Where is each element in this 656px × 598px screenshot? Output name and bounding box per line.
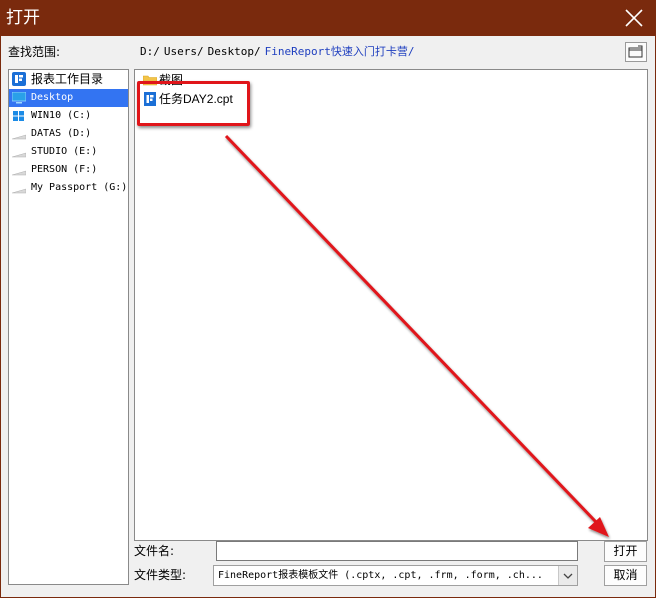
drive-icon bbox=[12, 134, 26, 140]
cpt-file-icon bbox=[144, 92, 156, 106]
file-name: 截图 bbox=[159, 73, 184, 87]
folder-icon bbox=[143, 75, 157, 86]
finereport-icon bbox=[12, 72, 26, 86]
windows-drive-icon bbox=[13, 111, 24, 121]
drive-icon bbox=[12, 170, 26, 176]
desktop-icon bbox=[12, 92, 26, 104]
drive-icon bbox=[12, 152, 26, 158]
filetype-label: 文件类型: bbox=[134, 568, 187, 582]
file-list[interactable]: 截图 任务DAY2.cpt bbox=[134, 69, 648, 541]
place-drive-e[interactable]: STUDIO (E:) bbox=[9, 143, 128, 161]
new-folder-icon bbox=[628, 45, 643, 58]
chevron-down-icon bbox=[563, 573, 573, 579]
open-button[interactable]: 打开 bbox=[604, 541, 647, 562]
breadcrumb: D:/ Users/Desktop/FineReport快速入门打卡营/ bbox=[140, 44, 418, 60]
place-report-workdir[interactable]: 报表工作目录 bbox=[9, 70, 128, 89]
place-label: PERSON (F:) bbox=[31, 164, 98, 175]
filetype-select[interactable]: FineReport报表模板文件 (.cptx, .cpt, .frm, .fo… bbox=[213, 565, 578, 586]
path-segment-current[interactable]: FineReport快速入门打卡营/ bbox=[265, 45, 415, 58]
title-bar: 打开 bbox=[0, 0, 656, 36]
place-label: DATAS (D:) bbox=[31, 128, 92, 139]
place-label: WIN10 (C:) bbox=[31, 110, 92, 121]
place-label: Desktop bbox=[31, 92, 74, 103]
file-item-cpt[interactable]: 任务DAY2.cpt bbox=[141, 90, 233, 108]
filename-label: 文件名: bbox=[134, 544, 175, 558]
place-label: STUDIO (E:) bbox=[31, 146, 98, 157]
new-folder-button[interactable] bbox=[625, 42, 647, 62]
place-drive-c[interactable]: WIN10 (C:) bbox=[9, 107, 128, 125]
close-icon[interactable] bbox=[620, 6, 646, 30]
path-segment-desktop[interactable]: Desktop/ bbox=[208, 45, 261, 58]
filetype-value: FineReport报表模板文件 (.cptx, .cpt, .frm, .fo… bbox=[218, 570, 543, 581]
place-label: My Passport (G:) bbox=[31, 182, 128, 193]
filename-input[interactable] bbox=[216, 541, 578, 561]
place-drive-f[interactable]: PERSON (F:) bbox=[9, 161, 128, 179]
place-drive-g[interactable]: My Passport (G:) bbox=[9, 179, 128, 197]
file-name: 任务DAY2.cpt bbox=[159, 92, 233, 106]
place-desktop[interactable]: Desktop bbox=[9, 89, 128, 107]
place-drive-d[interactable]: DATAS (D:) bbox=[9, 125, 128, 143]
drive-icon bbox=[12, 188, 26, 194]
cancel-button[interactable]: 取消 bbox=[604, 565, 647, 586]
dropdown-button[interactable] bbox=[558, 566, 577, 585]
file-item-folder[interactable]: 截图 bbox=[141, 71, 183, 89]
path-segment-d[interactable]: D:/ bbox=[140, 45, 160, 58]
look-in-label: 查找范围: bbox=[8, 45, 61, 59]
place-label: 报表工作目录 bbox=[31, 72, 104, 86]
path-segment-users[interactable]: Users/ bbox=[164, 45, 204, 58]
places-sidebar: 报表工作目录 Desktop WIN10 (C:) DATAS (D:) STU… bbox=[8, 69, 129, 585]
window-title: 打开 bbox=[6, 8, 40, 28]
